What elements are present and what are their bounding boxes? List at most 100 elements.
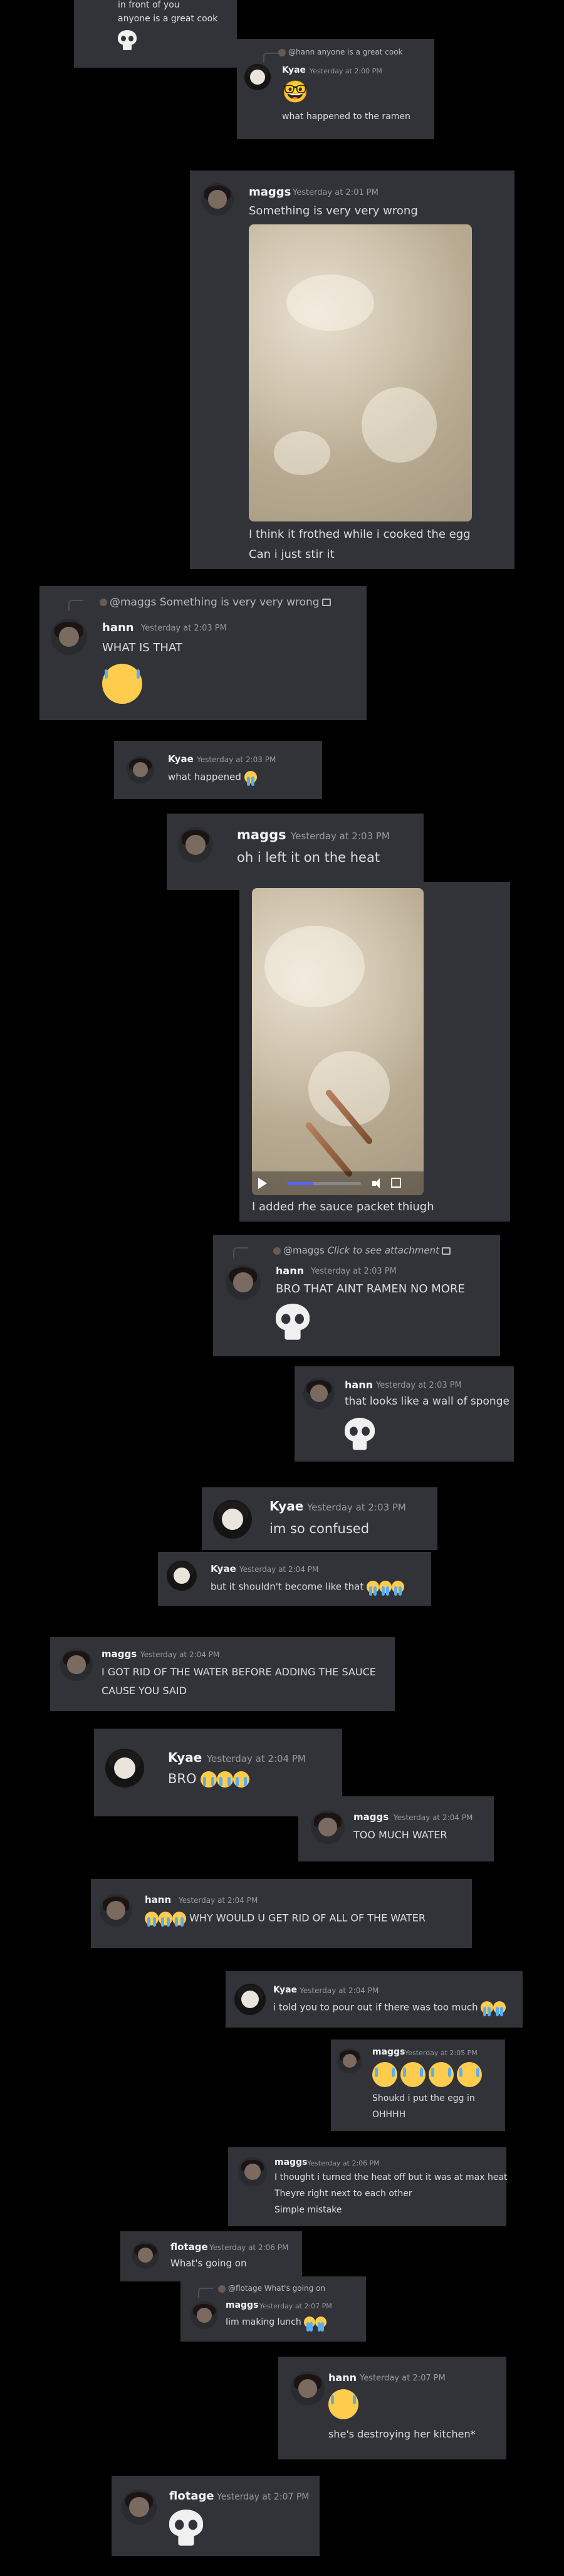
video-controls	[252, 1171, 424, 1195]
message-card: in front of you anyone is a great cook	[74, 0, 237, 68]
reply-connector	[233, 1247, 248, 1259]
message-text: oh i left it on the heat	[237, 850, 380, 865]
message-text: in front of you	[118, 0, 180, 10]
avatar[interactable]	[201, 183, 234, 216]
image-attachment[interactable]	[249, 224, 472, 521]
avatar[interactable]	[226, 1265, 261, 1300]
username[interactable]: maggs	[353, 1811, 389, 1823]
username[interactable]: hann	[345, 1379, 373, 1391]
crying-emoji	[233, 1771, 250, 1788]
avatar[interactable]	[337, 2048, 362, 2073]
timestamp: Yesterday at 2:05 PM	[405, 2049, 478, 2057]
skull-emoji	[276, 1304, 310, 1343]
message-text: Simple mistake	[274, 2205, 342, 2215]
crying-emoji	[172, 1912, 186, 1927]
crying-emoji-row	[372, 2062, 483, 2087]
video-attachment[interactable]	[252, 888, 424, 1195]
avatar-mini	[273, 1247, 281, 1255]
crying-emoji	[159, 1912, 172, 1927]
username[interactable]: hann	[145, 1894, 171, 1905]
reply-preview[interactable]: @flotage What's going on	[218, 2284, 325, 2293]
username[interactable]: Kyae	[168, 1750, 202, 1765]
message-card: @maggs Click to see attachment hann Yest…	[213, 1235, 500, 1356]
avatar[interactable]	[234, 1984, 266, 2015]
message-text: I added rhe sauce packet thiugh	[252, 1200, 434, 1213]
timestamp: Yesterday at 2:03 PM	[311, 1267, 397, 1276]
username[interactable]: maggs	[237, 827, 286, 842]
reply-preview[interactable]: @maggs Something is very very wrong	[100, 596, 331, 609]
message-card: I added rhe sauce packet thiugh	[239, 882, 510, 1222]
username[interactable]: Kyae	[168, 753, 194, 765]
avatar[interactable]	[213, 1500, 252, 1539]
video-progress[interactable]	[287, 1182, 361, 1185]
message-card: maggs Yesterday at 2:06 PM I thought i t…	[228, 2147, 508, 2226]
username[interactable]: maggs	[102, 1648, 137, 1660]
message-text: what happened to the ramen	[282, 112, 410, 122]
message-text: BRO THAT AINT RAMEN NO MORE	[276, 1282, 465, 1296]
avatar[interactable]	[51, 619, 87, 655]
username[interactable]: Kyae	[211, 1563, 236, 1574]
fullscreen-icon[interactable]	[391, 1178, 401, 1188]
message-text: BRO	[168, 1771, 250, 1788]
username[interactable]: Kyae	[273, 1985, 297, 1995]
avatar[interactable]	[100, 1894, 132, 1927]
message-card: maggs Yesterday at 2:04 PM TOO MUCH WATE…	[298, 1796, 494, 1861]
username[interactable]: maggs	[226, 2300, 258, 2310]
timestamp: Yesterday at 2:07 PM	[360, 2374, 446, 2383]
username[interactable]: hann	[102, 621, 134, 634]
avatar[interactable]	[132, 2241, 159, 2269]
crying-emoji	[201, 1771, 217, 1788]
avatar[interactable]	[122, 2490, 157, 2525]
username[interactable]: flotage	[169, 2490, 214, 2503]
crying-emoji	[379, 1581, 392, 1596]
username[interactable]: maggs	[249, 186, 291, 199]
username[interactable]: Kyae	[269, 1499, 303, 1514]
crying-emoji	[244, 771, 257, 786]
username[interactable]: maggs	[274, 2157, 307, 2167]
avatar[interactable]	[291, 2372, 325, 2406]
avatar[interactable]	[238, 2157, 267, 2186]
play-icon[interactable]	[258, 1178, 267, 1189]
crying-emoji	[391, 1581, 404, 1596]
avatar[interactable]	[105, 1749, 144, 1788]
timestamp: Yesterday at 2:04 PM	[179, 1896, 258, 1905]
username[interactable]: Kyae	[282, 65, 306, 75]
message-text: What's going on	[170, 2258, 247, 2269]
volume-icon[interactable]	[372, 1178, 382, 1189]
timestamp: Yesterday at 2:03 PM	[141, 624, 227, 633]
image-icon	[321, 599, 331, 606]
message-card: Kyae Yesterday at 2:03 PM what happened	[114, 741, 322, 799]
crying-emoji	[481, 2001, 494, 2016]
avatar[interactable]	[191, 2301, 218, 2329]
username[interactable]: maggs	[372, 2047, 405, 2057]
reply-preview[interactable]: @maggs Click to see attachment	[273, 1245, 451, 1256]
avatar[interactable]	[303, 1378, 335, 1409]
timestamp: Yesterday at 2:03 PM	[307, 1502, 406, 1513]
reply-preview[interactable]: @hann anyone is a great cook	[278, 48, 403, 56]
avatar-mini	[100, 599, 107, 606]
timestamp: Yesterday at 2:03 PM	[376, 1381, 462, 1390]
message-card: @hann anyone is a great cook Kyae Yester…	[237, 39, 434, 139]
avatar[interactable]	[167, 1561, 197, 1591]
username[interactable]: hann	[328, 2372, 357, 2384]
avatar[interactable]	[178, 827, 213, 862]
nerd-emoji: 🤓	[282, 80, 309, 105]
avatar[interactable]	[60, 1648, 93, 1681]
avatar-mini	[278, 48, 286, 56]
reply-connector	[68, 600, 83, 611]
username[interactable]: hann	[276, 1265, 304, 1277]
message-card: hann Yesterday at 2:04 PM WHY WOULD U GE…	[91, 1879, 472, 1948]
skull-emoji	[345, 1418, 375, 1453]
loudly-crying-emoji	[328, 2389, 358, 2419]
loudly-crying-emoji	[102, 664, 142, 704]
crying-emoji	[315, 2317, 327, 2332]
message-card: @flotage What's going on maggs Yesterday…	[180, 2276, 366, 2342]
avatar[interactable]	[244, 64, 271, 90]
avatar-mini	[218, 2285, 226, 2293]
timestamp: Yesterday at 2:03 PM	[197, 755, 276, 764]
message-card: Kyae Yesterday at 2:03 PM im so confused	[202, 1487, 437, 1550]
avatar[interactable]	[311, 1810, 345, 1844]
message-text: I GOT RID OF THE WATER BEFORE ADDING THE…	[102, 1666, 376, 1678]
username[interactable]: flotage	[170, 2241, 208, 2253]
avatar[interactable]	[127, 756, 154, 783]
